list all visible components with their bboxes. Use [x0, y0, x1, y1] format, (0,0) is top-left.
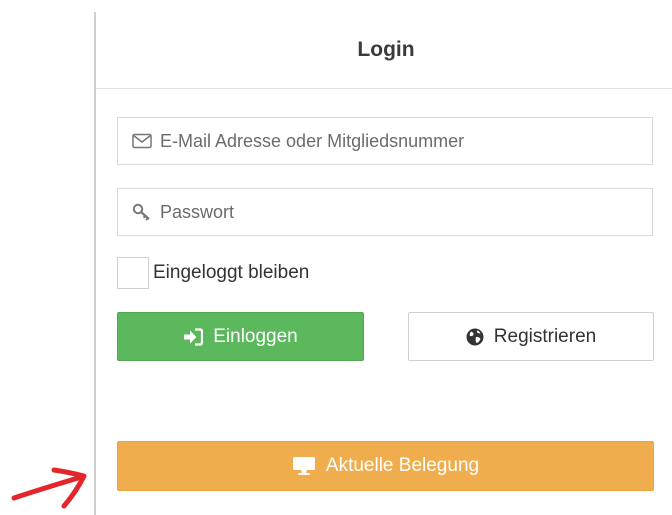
page-title: Login [357, 38, 415, 61]
current-occupancy-button-label: Aktuelle Belegung [325, 455, 480, 476]
monitor-icon [292, 456, 316, 476]
sign-in-icon [183, 327, 204, 346]
login-button[interactable]: Einloggen [117, 312, 364, 361]
envelope-icon [132, 131, 152, 151]
login-button-label: Einloggen [213, 325, 298, 347]
register-button-label: Registrieren [493, 325, 597, 347]
red-arrow-annotation [11, 467, 87, 509]
remember-checkbox[interactable] [117, 257, 149, 289]
password-input[interactable] [160, 201, 640, 223]
remember-me: Eingeloggt bleiben [117, 257, 309, 289]
register-button[interactable]: Registrieren [408, 312, 654, 361]
email-field[interactable] [117, 117, 653, 165]
email-input[interactable] [160, 130, 640, 152]
password-field[interactable] [117, 188, 653, 236]
login-page: Login Eingeloggt bleiben [0, 0, 672, 515]
current-occupancy-button[interactable]: Aktuelle Belegung [117, 441, 654, 491]
login-header: Login [96, 12, 672, 89]
remember-label[interactable]: Eingeloggt bleiben [153, 262, 309, 284]
key-icon [132, 202, 152, 222]
globe-icon [466, 328, 484, 346]
